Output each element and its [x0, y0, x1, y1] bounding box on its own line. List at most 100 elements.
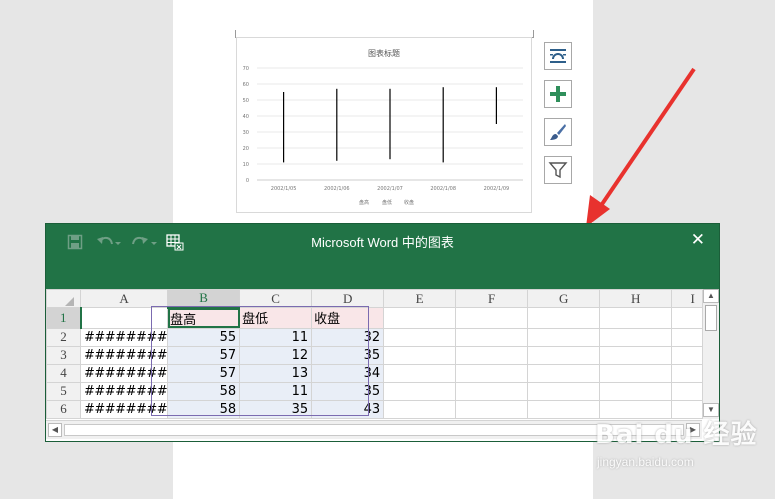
legend-entry: 收盘	[404, 199, 414, 206]
cell-g3[interactable]	[527, 345, 601, 365]
cell-h2[interactable]	[599, 327, 673, 347]
cell-c1[interactable]: 盘低	[239, 307, 313, 329]
cell-f2[interactable]	[455, 327, 529, 347]
cell-f1[interactable]	[455, 307, 529, 329]
cell-b3[interactable]: 57	[167, 345, 241, 365]
row-header-2[interactable]: 2	[46, 327, 81, 347]
cell-b5[interactable]: 58	[167, 381, 241, 401]
y-tick-label: 30	[243, 130, 249, 136]
table-row: 2 ######## 55 11 32	[46, 327, 716, 347]
scroll-thumb[interactable]	[705, 305, 717, 331]
column-header-b[interactable]: B	[167, 289, 241, 309]
close-icon: ✕	[690, 230, 705, 249]
column-header-g[interactable]: G	[527, 289, 601, 308]
cell-g1[interactable]	[527, 307, 601, 329]
row-header-5[interactable]: 5	[46, 381, 81, 401]
cell-c4[interactable]: 13	[239, 363, 313, 383]
filter-icon	[548, 162, 568, 179]
cell-f3[interactable]	[455, 345, 529, 365]
cell-d3[interactable]: 35	[311, 345, 385, 365]
cell-g4[interactable]	[527, 363, 601, 383]
cell-c2[interactable]: 11	[239, 327, 313, 347]
cell-e5[interactable]	[383, 381, 457, 401]
column-header-a[interactable]: A	[79, 289, 169, 308]
cell-h5[interactable]	[599, 381, 673, 401]
cell-h1[interactable]	[599, 307, 673, 329]
x-tick-label: 2002/1/06	[324, 186, 350, 192]
legend-entry: 盘低	[382, 199, 392, 206]
chart-filters-button[interactable]	[544, 156, 572, 184]
cell-d2[interactable]: 32	[311, 327, 385, 347]
x-tick-label: 2002/1/09	[484, 186, 510, 192]
chart-styles-button[interactable]	[544, 118, 572, 146]
cell-g2[interactable]	[527, 327, 601, 347]
cell-c5[interactable]: 11	[239, 381, 313, 401]
chart-object[interactable]: 图表标题 0 10 20 30 40 50 60 70 2002/1/05 2002/1/06 200…	[236, 37, 532, 213]
cell-d1[interactable]: 收盘	[311, 307, 385, 329]
stock-chart: 图表标题 0 10 20 30 40 50 60 70 2002/1/05 2002/1/06 200…	[243, 48, 523, 206]
cell-h3[interactable]	[599, 345, 673, 365]
cell-d5[interactable]: 35	[311, 381, 385, 401]
column-header-e[interactable]: E	[383, 289, 457, 308]
row-header-4[interactable]: 4	[46, 363, 81, 383]
cell-e3[interactable]	[383, 345, 457, 365]
cell-e1[interactable]	[383, 307, 457, 329]
cell-d6[interactable]: 43	[311, 399, 385, 419]
close-button[interactable]: ✕	[691, 231, 705, 249]
column-header-d[interactable]: D	[311, 289, 385, 308]
cell-a2[interactable]: ########	[79, 327, 169, 347]
table-row: 4 ######## 57 13 34	[46, 363, 716, 383]
excel-titlebar: Microsoft Word 中的图表 ✕	[46, 224, 719, 289]
y-tick-label: 0	[246, 178, 249, 184]
cell-f4[interactable]	[455, 363, 529, 383]
legend-entry: 盘高	[359, 199, 369, 206]
cell-b1[interactable]: 盘高	[167, 307, 241, 329]
layout-options-button[interactable]	[544, 42, 572, 70]
column-header-f[interactable]: F	[455, 289, 529, 308]
cell-d4[interactable]: 34	[311, 363, 385, 383]
baidu-watermark: Bai du 经验 jingyan.baidu.com	[595, 414, 765, 489]
y-tick-label: 70	[243, 66, 249, 72]
row-header-6[interactable]: 6	[46, 399, 81, 419]
cell-f6[interactable]	[455, 399, 529, 419]
x-tick-label: 2002/1/05	[271, 186, 297, 192]
cell-c3[interactable]: 12	[239, 345, 313, 365]
scroll-track[interactable]	[64, 424, 684, 436]
cell-a5[interactable]: ########	[79, 381, 169, 401]
cell-h4[interactable]	[599, 363, 673, 383]
cell-e6[interactable]	[383, 399, 457, 419]
layout-options-icon	[550, 49, 566, 63]
scroll-up-icon[interactable]: ▲	[703, 289, 719, 303]
red-arrow-annotation	[586, 67, 696, 227]
x-tick-label: 2002/1/07	[377, 186, 403, 192]
cell-a6[interactable]: ########	[79, 399, 169, 419]
cell-b4[interactable]: 57	[167, 363, 241, 383]
cell-a3[interactable]: ########	[79, 345, 169, 365]
plus-icon	[550, 86, 566, 102]
cell-a1[interactable]	[79, 307, 169, 329]
column-header-c[interactable]: C	[239, 289, 313, 308]
cell-e2[interactable]	[383, 327, 457, 347]
cell-g5[interactable]	[527, 381, 601, 401]
x-tick-label: 2002/1/08	[430, 186, 456, 192]
vertical-scrollbar[interactable]: ▲ ▼	[702, 289, 719, 419]
chart-elements-button[interactable]	[544, 80, 572, 108]
cell-f5[interactable]	[455, 381, 529, 401]
table-row: 1 盘高 盘低 收盘	[46, 307, 716, 329]
table-row: 3 ######## 57 12 35	[46, 345, 716, 365]
brush-icon	[550, 124, 566, 140]
cell-c6[interactable]: 35	[239, 399, 313, 419]
row-header-3[interactable]: 3	[46, 345, 81, 365]
select-all-corner[interactable]	[46, 289, 81, 308]
cell-a4[interactable]: ########	[79, 363, 169, 383]
scroll-left-icon[interactable]: ◀	[48, 423, 62, 437]
cell-e4[interactable]	[383, 363, 457, 383]
row-header-1[interactable]: 1	[46, 307, 82, 329]
cell-b6[interactable]: 58	[167, 399, 241, 419]
column-header-h[interactable]: H	[599, 289, 673, 308]
cell-table: A B C D E F G H I 1 盘高 盘低 收盘 2 ######## 55 11 32 3 ########…	[46, 289, 716, 419]
excel-window: Microsoft Word 中的图表 ✕ A B C D E F G H I 1 盘高 盘低 收盘 2 #…	[45, 223, 720, 442]
cell-g6[interactable]	[527, 399, 601, 419]
y-tick-label: 20	[243, 146, 249, 152]
cell-b2[interactable]: 55	[167, 327, 241, 347]
